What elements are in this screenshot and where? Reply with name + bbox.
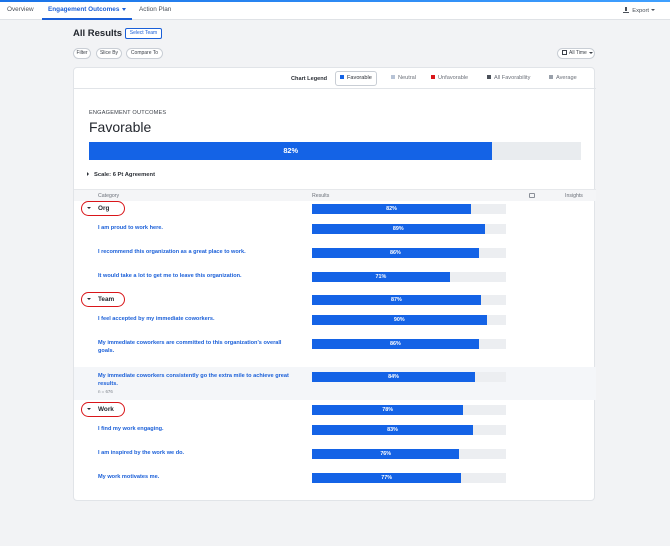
all-favorability-swatch xyxy=(487,75,491,79)
question-bar-value: 84% xyxy=(388,374,399,380)
results-card: Chart Legend Favorable Neutral Unfavorab… xyxy=(73,67,596,501)
chevron-down-icon xyxy=(87,298,91,300)
col-results: Results xyxy=(312,193,330,199)
download-icon xyxy=(623,7,630,13)
question-bar: 86% xyxy=(312,248,506,258)
legend-favorable-label: Favorable xyxy=(347,75,372,81)
group-bar-org-value: 82% xyxy=(386,206,397,212)
question-bar: 71% xyxy=(312,272,506,282)
time-range-select[interactable]: All Time xyxy=(557,48,595,59)
compare-to-button[interactable]: Compare To xyxy=(126,48,163,59)
tab-engagement-outcomes-label: Engagement Outcomes xyxy=(48,6,120,13)
tab-action-plan[interactable]: Action Plan xyxy=(139,6,171,13)
chevron-down-icon xyxy=(122,7,127,11)
question-bar-value: 86% xyxy=(390,341,401,347)
question-bar-value: 86% xyxy=(390,250,401,256)
group-bar-team: 87% xyxy=(312,295,506,305)
favorable-swatch xyxy=(340,75,344,79)
scale-toggle[interactable]: Scale: 6 Pt Agreement xyxy=(87,172,155,178)
tab-overview[interactable]: Overview xyxy=(7,6,34,13)
question-link[interactable]: My work motivates me. xyxy=(98,473,308,481)
question-bar: 84% xyxy=(312,372,506,382)
chevron-down-icon xyxy=(651,9,655,12)
chevron-down-icon xyxy=(87,207,91,209)
group-name: Org xyxy=(98,205,110,212)
legend-all-favorability[interactable]: All Favorability xyxy=(483,71,534,86)
question-link[interactable]: I recommend this organization as a great… xyxy=(98,248,308,256)
group-org[interactable]: Org xyxy=(81,201,125,216)
question-link[interactable]: I feel accepted by my immediate coworker… xyxy=(98,315,308,323)
top-nav: Overview Engagement Outcomes Action Plan… xyxy=(0,2,670,20)
tab-engagement-outcomes[interactable]: Engagement Outcomes xyxy=(48,6,127,13)
question-link[interactable]: I am proud to work here. xyxy=(98,224,308,232)
question-link[interactable]: I am inspired by the work we do. xyxy=(98,449,308,457)
slice-by-button[interactable]: Slice By xyxy=(96,48,122,59)
question-bar-value: 89% xyxy=(392,226,404,232)
group-team[interactable]: Team xyxy=(81,292,125,307)
question-bar-value: 71% xyxy=(375,274,387,280)
legend-unfavorable-label: Unfavorable xyxy=(438,75,469,81)
group-bar-work: 78% xyxy=(312,405,506,415)
group-name: Team xyxy=(98,296,115,303)
overall-bar: 82% xyxy=(89,142,581,160)
question-bar: 77% xyxy=(312,473,506,483)
legend-neutral[interactable]: Neutral xyxy=(387,71,420,86)
question-bar: 83% xyxy=(312,425,506,435)
group-bar-team-value: 87% xyxy=(390,297,402,303)
col-insights: Insights xyxy=(565,193,583,199)
group-bar-work-value: 78% xyxy=(382,407,394,413)
legend-all-favorability-label: All Favorability xyxy=(494,75,531,81)
question-bar: 86% xyxy=(312,339,506,349)
group-work[interactable]: Work xyxy=(81,402,125,417)
chevron-down-icon xyxy=(87,408,91,410)
scale-label: Scale: 6 Pt Agreement xyxy=(94,172,155,178)
question-bar: 76% xyxy=(312,449,506,459)
question-bar-value: 90% xyxy=(393,317,405,323)
legend-label: Chart Legend xyxy=(291,76,328,82)
neutral-swatch xyxy=(391,75,395,79)
section-label: ENGAGEMENT OUTCOMES xyxy=(89,110,167,116)
table-header: Category Results Insights xyxy=(74,189,596,201)
select-team-button[interactable]: Select Team xyxy=(125,28,162,39)
comment-icon xyxy=(529,193,535,198)
chart-legend: Chart Legend Favorable Neutral Unfavorab… xyxy=(74,68,596,89)
calendar-icon xyxy=(562,50,567,55)
legend-neutral-label: Neutral xyxy=(398,75,417,81)
question-link[interactable]: My immediate coworkers consistently go t… xyxy=(98,372,298,388)
time-range-label: All Time xyxy=(569,50,587,56)
question-bar: 90% xyxy=(312,315,506,325)
legend-unfavorable[interactable]: Unfavorable xyxy=(427,71,472,86)
filter-button[interactable]: Filter xyxy=(73,48,91,59)
question-link[interactable]: I find my work engaging. xyxy=(98,425,308,433)
section-title: Favorable xyxy=(89,119,152,135)
group-bar-org: 82% xyxy=(312,204,506,214)
legend-average[interactable]: Average xyxy=(545,71,581,86)
page-title: All Results xyxy=(73,28,123,39)
export-button[interactable]: Export xyxy=(623,7,655,14)
col-category: Category xyxy=(98,193,120,199)
average-swatch xyxy=(549,75,553,79)
export-label: Export xyxy=(632,8,649,14)
question-link[interactable]: It would take a lot to get me to leave t… xyxy=(98,272,308,280)
question-bar: 89% xyxy=(312,224,506,234)
question-bar-value: 76% xyxy=(380,451,392,457)
unfavorable-swatch xyxy=(431,75,435,79)
legend-average-label: Average xyxy=(556,75,577,81)
active-tab-underline xyxy=(42,18,132,20)
question-link[interactable]: My immediate coworkers are committed to … xyxy=(98,339,298,355)
chevron-down-icon xyxy=(588,51,593,54)
group-name: Work xyxy=(98,406,114,413)
legend-favorable[interactable]: Favorable xyxy=(335,71,377,86)
overall-value: 82% xyxy=(283,146,299,155)
respondent-count: n = 676 xyxy=(98,389,113,394)
chevron-right-icon xyxy=(87,172,89,176)
question-bar-value: 77% xyxy=(381,475,393,481)
question-bar-value: 83% xyxy=(387,427,398,433)
